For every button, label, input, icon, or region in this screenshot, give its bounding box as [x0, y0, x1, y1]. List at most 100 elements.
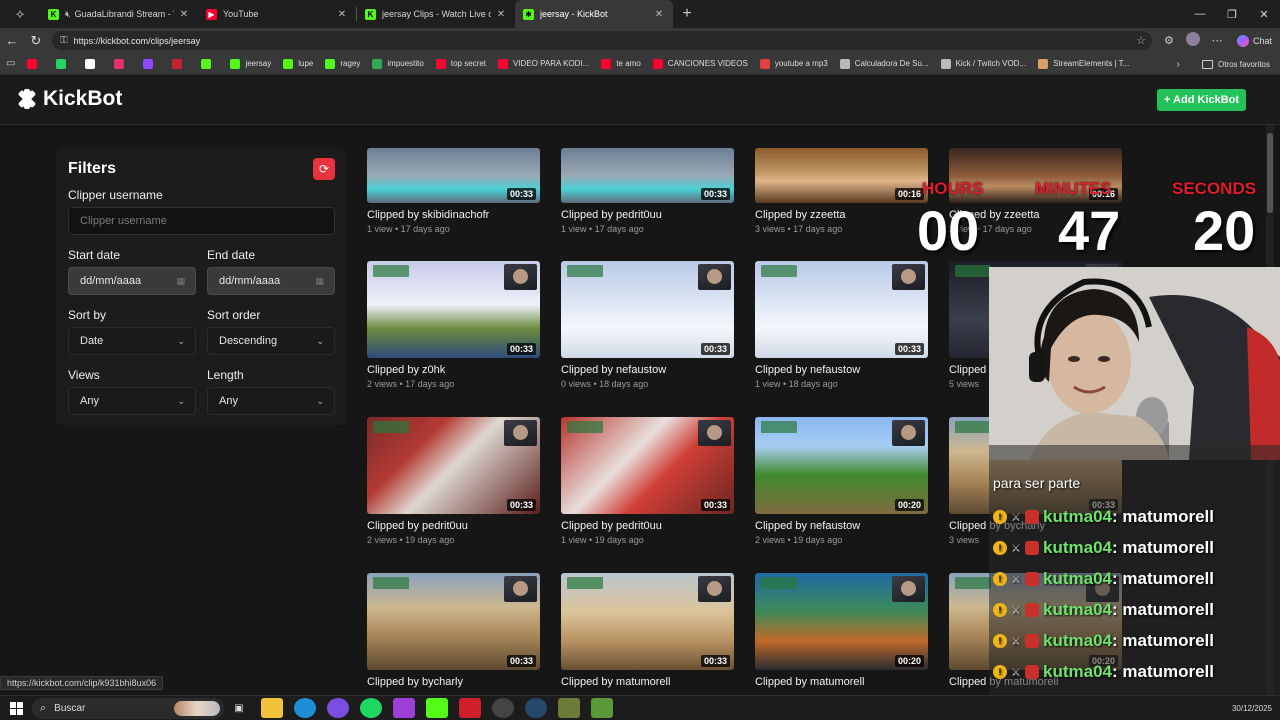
clip-title[interactable]: Clipped by matumorell: [561, 676, 736, 688]
clip-title[interactable]: Clipped by skibidinachofr: [367, 209, 542, 221]
clip-card[interactable]: 00:33 Clipped by pedrit0uu 2 views • 19 da…: [367, 417, 542, 545]
bookmark-item[interactable]: impuestito: [372, 58, 424, 69]
restore-icon[interactable]: ❐: [1216, 0, 1248, 28]
clip-card[interactable]: 00:20 Clipped by matumorell: [755, 573, 930, 688]
clip-title[interactable]: Clipped by nefaustow: [755, 364, 930, 376]
clip-thumbnail[interactable]: 00:33: [561, 417, 734, 514]
clip-card[interactable]: 00:33 Clipped by nefaustow 1 view • 18 day…: [755, 261, 930, 389]
app-game-icon[interactable]: [558, 698, 580, 718]
kickbot-logo[interactable]: KickBot: [16, 87, 122, 111]
url-input[interactable]: ⚿ https://kickbot.com/clips/jeersay ☆: [52, 31, 1152, 50]
tab-kickbot[interactable]: ✱ jeersay - KickBot ✕: [515, 0, 673, 28]
clip-thumbnail[interactable]: 00:33: [561, 261, 734, 358]
file-explorer-icon[interactable]: [261, 698, 283, 718]
minimize-icon[interactable]: —: [1184, 0, 1216, 28]
close-tab-icon[interactable]: ✕: [653, 9, 665, 20]
clip-title[interactable]: Clipped by z0hk: [367, 364, 542, 376]
clip-title[interactable]: Clipped by pedrit0uu: [561, 520, 736, 532]
clip-thumbnail[interactable]: 00:16: [755, 148, 928, 203]
bookmark-item[interactable]: ragey: [325, 58, 360, 69]
bookmark-item[interactable]: [27, 58, 42, 69]
start-date-input[interactable]: dd/mm/aaaa ▦: [68, 267, 196, 295]
end-date-input[interactable]: dd/mm/aaaa ▦: [207, 267, 335, 295]
clipper-username-input[interactable]: Clipper username: [68, 207, 335, 235]
clip-card[interactable]: 00:33 Clipped by bycharly: [367, 573, 542, 688]
clip-card[interactable]: 00:33 Clipped by pedrit0uu 1 view • 17 day…: [561, 148, 736, 234]
extensions-icon[interactable]: ⚙: [1157, 34, 1181, 47]
scrollbar-thumb[interactable]: [1267, 133, 1273, 213]
minecraft-icon[interactable]: [591, 698, 613, 718]
bookmark-item[interactable]: jeersay: [230, 58, 271, 69]
more-bookmarks-chevron-icon[interactable]: ›: [1177, 59, 1180, 70]
clip-title[interactable]: Clipped by bycharly: [367, 676, 542, 688]
bookmark-item[interactable]: te amo: [601, 58, 641, 69]
close-tab-icon[interactable]: ✕: [178, 9, 190, 20]
kick-icon[interactable]: [426, 698, 448, 718]
muted-speaker-icon[interactable]: 🔇︎: [65, 9, 71, 20]
start-button[interactable]: [0, 701, 32, 715]
bookmark-item[interactable]: [201, 58, 216, 69]
close-window-icon[interactable]: ✕: [1248, 0, 1280, 28]
calendar-icon[interactable]: ▦: [315, 276, 324, 287]
clip-card[interactable]: 00:33 Clipped by nefaustow 0 views • 18 da…: [561, 261, 736, 389]
spotify-icon[interactable]: [360, 698, 382, 718]
close-tab-icon[interactable]: ✕: [336, 9, 348, 20]
site-info-icon[interactable]: ⚿: [60, 35, 68, 46]
chat-button[interactable]: Chat: [1229, 34, 1280, 47]
clip-thumbnail[interactable]: 00:20: [755, 573, 928, 670]
task-view-icon[interactable]: ▣: [228, 698, 250, 718]
clip-thumbnail[interactable]: 00:33: [561, 148, 734, 203]
bookmark-item[interactable]: Kick / Twitch VOD...: [940, 58, 1026, 69]
bookmark-item[interactable]: VIDEO PARA KODI...: [498, 58, 589, 69]
app-purple-icon[interactable]: [393, 698, 415, 718]
clip-card[interactable]: 00:20 Clipped by nefaustow 2 views • 19 da…: [755, 417, 930, 545]
tab-guadalibrandi[interactable]: K 🔇︎ GuadaLibrandi Stream - Watc ✕: [40, 0, 198, 28]
bookmark-item[interactable]: Calculadora De Su...: [839, 58, 929, 69]
app-dark-icon[interactable]: [492, 698, 514, 718]
clip-title[interactable]: Clipped by nefaustow: [755, 520, 930, 532]
other-bookmarks[interactable]: Otros favoritos: [1218, 60, 1270, 69]
bookmark-star-icon[interactable]: ☆: [1136, 34, 1146, 47]
clip-card[interactable]: 00:16 Clipped by zzeetta 3 views • 17 days…: [755, 148, 930, 234]
new-tab-icon[interactable]: +: [673, 5, 701, 23]
clip-title[interactable]: Clipped by nefaustow: [561, 364, 736, 376]
length-select[interactable]: Any ⌄: [207, 387, 335, 415]
sort-order-select[interactable]: Descending ⌄: [207, 327, 335, 355]
bookmark-item[interactable]: lupe: [283, 58, 313, 69]
tab-jeersay-clips[interactable]: K jeersay Clips - Watch Live on Kick ✕: [357, 0, 515, 28]
taskbar-search-input[interactable]: ⌕ Buscar: [32, 698, 224, 719]
clip-card[interactable]: 00:33 Clipped by matumorell: [561, 573, 736, 688]
views-select[interactable]: Any ⌄: [68, 387, 196, 415]
clip-thumbnail[interactable]: 00:20: [755, 417, 928, 514]
bookmark-item[interactable]: [172, 58, 187, 69]
clip-title[interactable]: Clipped by pedrit0uu: [367, 520, 542, 532]
close-tab-icon[interactable]: ✕: [495, 9, 507, 20]
profile-icon[interactable]: [1181, 32, 1205, 49]
clip-card[interactable]: 00:33 Clipped by pedrit0uu 1 view • 19 day…: [561, 417, 736, 545]
clip-title[interactable]: Clipped by matumorell: [755, 676, 930, 688]
add-kickbot-button[interactable]: + Add KickBot: [1157, 89, 1246, 111]
bookmark-item[interactable]: CANCIONES VIDEOS: [652, 58, 748, 69]
clip-thumbnail[interactable]: 00:33: [367, 417, 540, 514]
app-red-icon[interactable]: [459, 698, 481, 718]
calendar-icon[interactable]: ▦: [176, 276, 185, 287]
clip-thumbnail[interactable]: 00:33: [367, 261, 540, 358]
clip-thumbnail[interactable]: 00:33: [367, 148, 540, 203]
clip-card[interactable]: 00:33 Clipped by z0hk 2 views • 17 days ag…: [367, 261, 542, 389]
messenger-icon[interactable]: [327, 698, 349, 718]
reset-filters-button[interactable]: ⟳: [313, 158, 335, 180]
clip-thumbnail[interactable]: 00:33: [561, 573, 734, 670]
sort-by-select[interactable]: Date ⌄: [68, 327, 196, 355]
bookmark-item[interactable]: [114, 58, 129, 69]
clip-card[interactable]: 00:33 Clipped by skibidinachofr 1 view • 1…: [367, 148, 542, 234]
bookmark-item[interactable]: StreamElements | T...: [1038, 58, 1129, 69]
bookmark-item[interactable]: [143, 58, 158, 69]
clip-title[interactable]: Clipped by pedrit0uu: [561, 209, 736, 221]
steam-icon[interactable]: [525, 698, 547, 718]
bookmark-item[interactable]: youtube a mp3: [759, 58, 828, 69]
tab-actions-icon[interactable]: ⟡: [0, 0, 40, 28]
clip-thumbnail[interactable]: 00:33: [755, 261, 928, 358]
reload-icon[interactable]: ↻: [24, 28, 48, 53]
menu-icon[interactable]: ⋯: [1205, 34, 1229, 47]
clip-thumbnail[interactable]: 00:33: [367, 573, 540, 670]
